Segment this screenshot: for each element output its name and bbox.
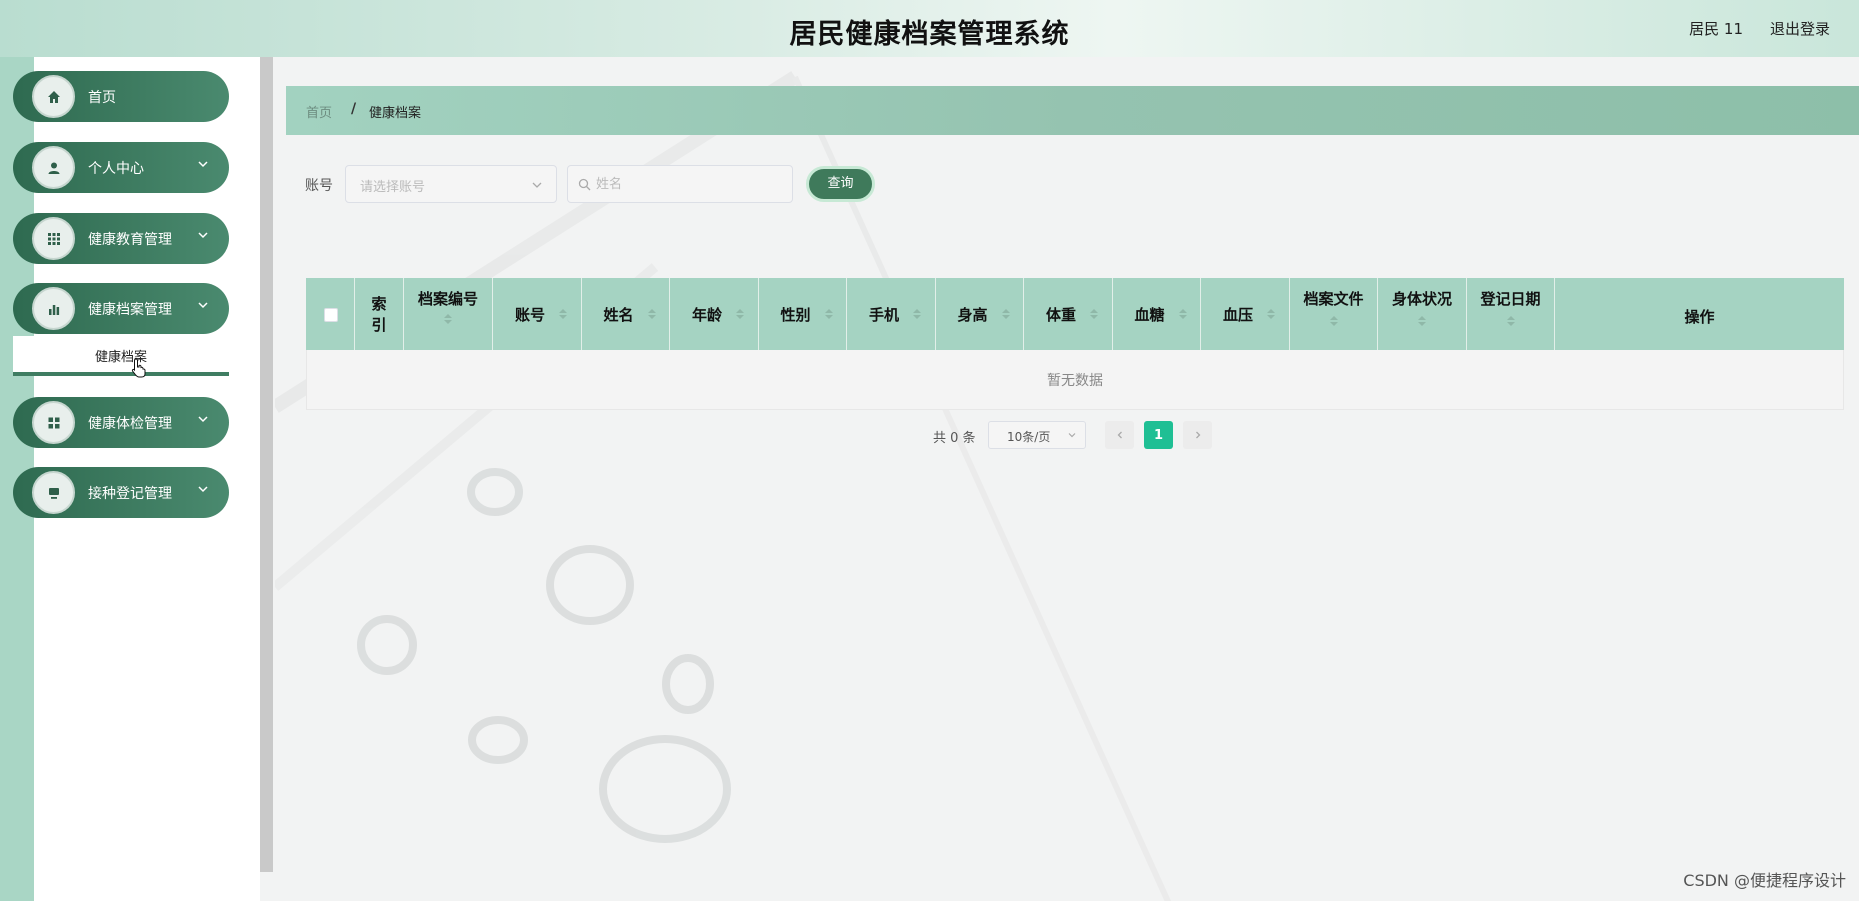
app-title: 居民健康档案管理系统 xyxy=(789,19,1070,50)
sidebar-item-label: 健康档案管理 xyxy=(88,302,172,318)
home-icon xyxy=(32,75,75,118)
column-header-weight[interactable]: 体重 xyxy=(1024,278,1113,350)
sidebar-item-label: 健康教育管理 xyxy=(88,232,172,248)
chevron-down-icon xyxy=(198,302,208,309)
column-header-blood-sugar[interactable]: 血糖 xyxy=(1113,278,1201,350)
sort-icon xyxy=(1507,316,1515,326)
chevron-right-icon xyxy=(1195,431,1200,439)
column-header-record-file[interactable]: 档案文件 xyxy=(1290,278,1378,350)
column-header-registration-date[interactable]: 登记日期 xyxy=(1467,278,1555,350)
current-user: 居民 11 xyxy=(1689,20,1743,38)
chevron-down-icon xyxy=(532,182,542,188)
records-table: 索引 档案编号 账号 姓名 年龄 性别 手机 身高 体重 血糖 血压 档案文件 … xyxy=(306,278,1844,410)
top-header: 居民健康档案管理系统 居民 11 退出登录 xyxy=(0,0,1859,57)
chevron-down-icon xyxy=(198,161,208,168)
sidebar-item-label: 首页 xyxy=(88,90,116,106)
logout-link[interactable]: 退出登录 xyxy=(1770,18,1830,39)
breadcrumb-current: 健康档案 xyxy=(369,106,422,121)
page-button[interactable]: 1 xyxy=(1144,421,1173,449)
next-page-button[interactable] xyxy=(1183,421,1212,449)
apps-icon xyxy=(32,401,75,444)
select-all-checkbox[interactable] xyxy=(324,308,338,322)
name-input[interactable] xyxy=(596,166,786,202)
main-content: 首页 / 健康档案 账号 请选择账号 查询 索引 档案编号 账号 xyxy=(275,57,1859,901)
column-header-phone[interactable]: 手机 xyxy=(847,278,936,350)
sidebar-item-label: 健康体检管理 xyxy=(88,416,172,432)
chevron-left-icon xyxy=(1117,431,1122,439)
pointer-cursor-icon xyxy=(131,358,146,378)
prev-page-button[interactable] xyxy=(1105,421,1134,449)
sort-icon xyxy=(648,309,656,319)
column-header-physical-condition[interactable]: 身体状况 xyxy=(1378,278,1467,350)
column-header-index[interactable]: 索引 xyxy=(355,278,404,350)
account-select[interactable]: 请选择账号 xyxy=(345,165,557,203)
chevron-down-icon xyxy=(198,416,208,423)
page-size-select[interactable]: 10条/页 xyxy=(988,421,1086,449)
column-header-account[interactable]: 账号 xyxy=(493,278,582,350)
sort-icon xyxy=(444,314,452,324)
sort-icon xyxy=(1330,316,1338,326)
column-header-name[interactable]: 姓名 xyxy=(582,278,670,350)
sort-icon xyxy=(736,309,744,319)
chevron-down-icon xyxy=(1068,433,1076,438)
column-header-gender[interactable]: 性别 xyxy=(759,278,847,350)
sort-icon xyxy=(1090,309,1098,319)
search-icon xyxy=(578,178,591,191)
sidebar-item-label: 个人中心 xyxy=(88,161,144,177)
chevron-down-icon xyxy=(198,486,208,493)
sort-icon xyxy=(825,309,833,319)
account-filter-label: 账号 xyxy=(305,178,333,194)
sort-icon xyxy=(559,309,567,319)
grid-icon xyxy=(32,217,75,260)
name-search-field[interactable] xyxy=(567,165,793,203)
column-header-record-no[interactable]: 档案编号 xyxy=(404,278,493,350)
table-empty-row: 暂无数据 xyxy=(306,350,1844,410)
sidebar-scrollbar[interactable] xyxy=(260,57,273,872)
submenu-item-health-record[interactable]: 健康档案 xyxy=(13,336,229,376)
sort-icon xyxy=(1179,309,1187,319)
sidebar-item-health-exam[interactable]: 健康体检管理 xyxy=(13,397,229,448)
submenu-item-label: 健康档案 xyxy=(94,350,147,365)
column-header-actions: 操作 xyxy=(1684,308,1715,326)
user-icon xyxy=(32,146,75,189)
breadcrumb-home-link[interactable]: 首页 xyxy=(306,102,332,121)
sidebar-item-label: 接种登记管理 xyxy=(88,486,172,502)
sidebar-item-vaccination[interactable]: 接种登记管理 xyxy=(13,467,229,518)
sidebar-item-health-education[interactable]: 健康教育管理 xyxy=(13,213,229,264)
chevron-down-icon xyxy=(198,232,208,239)
sort-icon xyxy=(1002,309,1010,319)
sidebar-item-health-records[interactable]: 健康档案管理 xyxy=(13,283,229,334)
breadcrumb-separator: / xyxy=(351,101,357,117)
breadcrumb: 首页 / 健康档案 xyxy=(286,86,1859,135)
column-header-age[interactable]: 年龄 xyxy=(670,278,759,350)
sidebar-item-personal-center[interactable]: 个人中心 xyxy=(13,142,229,193)
bar-chart-icon xyxy=(32,287,75,330)
sort-icon xyxy=(1267,309,1275,319)
pagination-total: 共 0 条 xyxy=(933,431,976,446)
column-header-height[interactable]: 身高 xyxy=(936,278,1024,350)
select-all-column xyxy=(306,278,355,350)
empty-text: 暂无数据 xyxy=(1047,373,1103,389)
monitor-icon xyxy=(32,471,75,514)
sidebar-item-home[interactable]: 首页 xyxy=(13,71,229,122)
sort-icon xyxy=(913,309,921,319)
table-header: 索引 档案编号 账号 姓名 年龄 性别 手机 身高 体重 血糖 血压 档案文件 … xyxy=(306,278,1844,350)
page-size-value: 10条/页 xyxy=(1007,430,1051,444)
account-select-placeholder: 请选择账号 xyxy=(360,180,426,195)
column-header-blood-pressure[interactable]: 血压 xyxy=(1201,278,1290,350)
csdn-watermark: CSDN @便捷程序设计 xyxy=(1683,871,1846,890)
query-button[interactable]: 查询 xyxy=(806,166,875,202)
sort-icon xyxy=(1418,316,1426,326)
